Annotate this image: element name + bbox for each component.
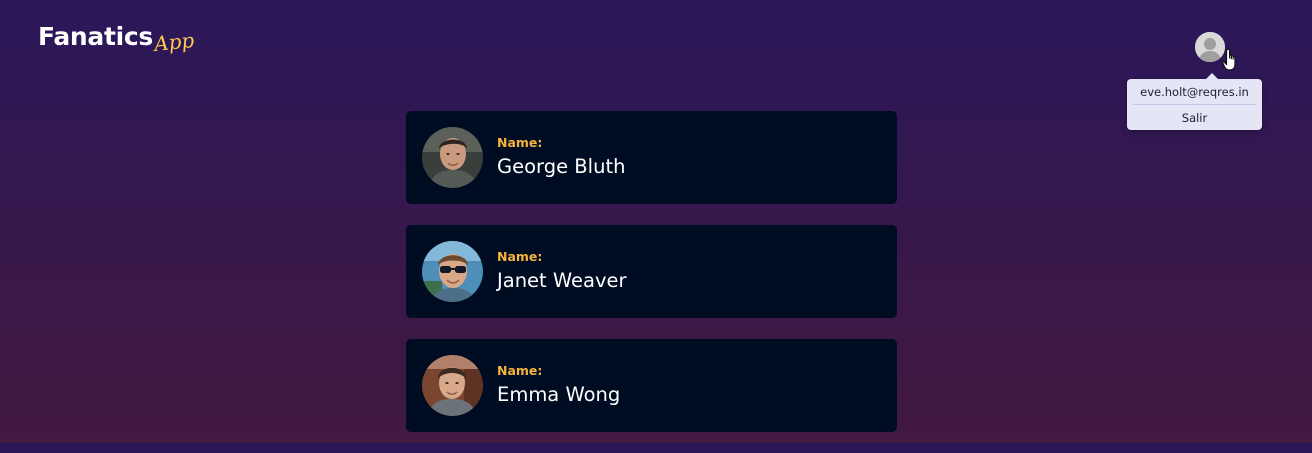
logo-script: App (152, 27, 196, 57)
user-name: Emma Wong (497, 383, 621, 406)
user-dropdown: eve.holt@reqres.in Salir (1127, 73, 1262, 130)
hand-cursor-icon (1222, 48, 1236, 71)
name-label: Name: (497, 362, 543, 378)
user-card[interactable]: Name: Emma Wong (406, 339, 897, 432)
user-list: Name: George Bluth Name: Janet Weaver Na… (406, 111, 897, 453)
user-card[interactable]: Name: Janet Weaver (406, 225, 897, 318)
profile-avatar-button[interactable] (1195, 32, 1225, 62)
user-card[interactable]: Name: George Bluth (406, 111, 897, 204)
user-photo (422, 355, 483, 416)
user-email: eve.holt@reqres.in (1140, 85, 1249, 99)
logo-wordmark: Fanatics (38, 22, 153, 51)
user-avatar-icon (1195, 32, 1225, 62)
user-name: Janet Weaver (497, 269, 627, 292)
name-label: Name: (497, 248, 543, 264)
user-menu: eve.holt@reqres.in Salir (1127, 31, 1262, 141)
logout-button[interactable]: Salir (1127, 105, 1262, 130)
app-logo: Fanatics App (38, 22, 196, 57)
user-photo (422, 241, 483, 302)
user-name: George Bluth (497, 155, 626, 178)
user-photo (422, 127, 483, 188)
name-label: Name: (497, 134, 543, 150)
